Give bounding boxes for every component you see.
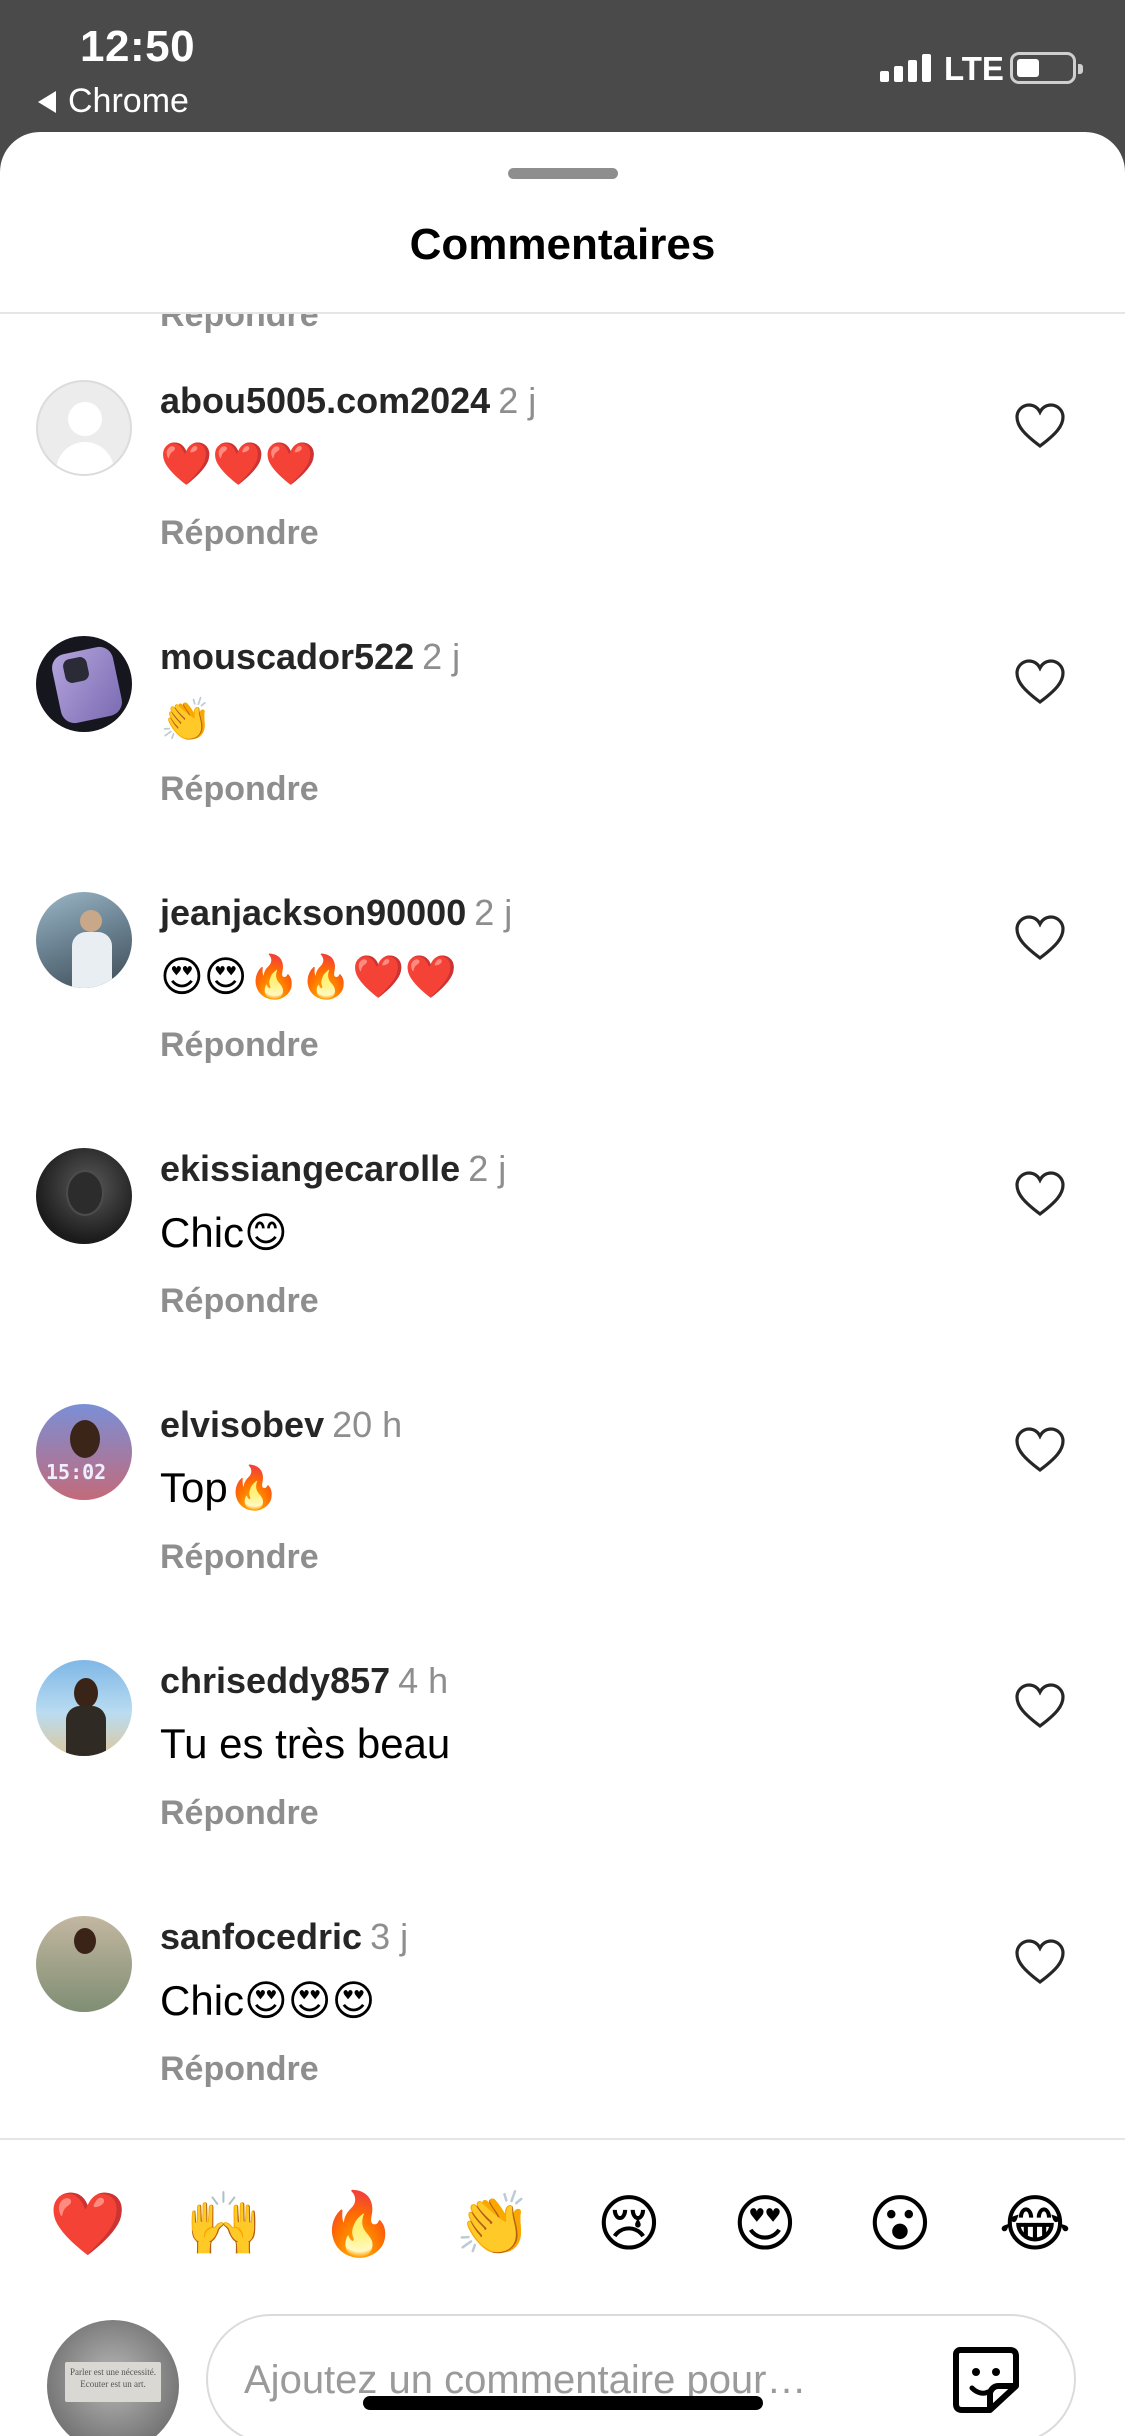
heart-outline-icon[interactable]: [1014, 1426, 1066, 1474]
partial-reply-link[interactable]: Répondre: [160, 314, 319, 335]
comment-username[interactable]: chriseddy857: [160, 1660, 390, 1701]
heart-outline-icon[interactable]: [1014, 658, 1066, 706]
comment-text: Top🔥: [160, 1464, 281, 1511]
avatar-plaque-text: Parler est une nécessité. Ecouter est un…: [65, 2362, 161, 2402]
reply-button[interactable]: Répondre: [160, 514, 319, 553]
signal-strength-icon: [880, 52, 931, 82]
comment-username[interactable]: sanfocedric: [160, 1916, 362, 1957]
comment-time: 3 j: [370, 1916, 409, 1957]
battery-icon: [1010, 52, 1083, 84]
comment-text: Chic😍😍😍: [160, 1977, 376, 2024]
bw-avatar[interactable]: [36, 1148, 132, 1244]
current-user-avatar: Parler est une nécessité. Ecouter est un…: [47, 2320, 179, 2436]
reaction-crying-emoji[interactable]: 😢: [584, 2180, 674, 2270]
comment-text: Chic😊: [160, 1209, 288, 1256]
comment-item: sanfocedric 3 j Chic😍😍😍 Répondre: [0, 1888, 1125, 2138]
quick-reactions-bar: ❤️ 🙌 🔥 👏 😢 😍 😮 😂: [0, 2180, 1125, 2270]
reaction-surprised-emoji[interactable]: 😮: [855, 2180, 945, 2270]
comment-time: 2 j: [422, 636, 461, 677]
sheet-grabber[interactable]: [508, 168, 618, 179]
reply-button[interactable]: Répondre: [160, 1282, 319, 1321]
default-avatar[interactable]: [36, 380, 132, 476]
reaction-fire-emoji[interactable]: 🔥: [314, 2180, 404, 2270]
comment-input-container[interactable]: [206, 2314, 1076, 2436]
comment-time: 4 h: [398, 1660, 449, 1701]
reply-button[interactable]: Répondre: [160, 2050, 319, 2089]
composer-area: ❤️ 🙌 🔥 👏 😢 😍 😮 😂 Parler est une nécessit…: [0, 2138, 1125, 2436]
reaction-laughing-emoji[interactable]: 😂: [990, 2180, 1080, 2270]
comment-username[interactable]: abou5005.com2024: [160, 380, 490, 421]
comment-text: Tu es très beau: [160, 1720, 451, 1767]
comment-username[interactable]: ekissiangecarolle: [160, 1148, 460, 1189]
reply-button[interactable]: Répondre: [160, 1538, 319, 1577]
back-to-app-link[interactable]: Chrome: [38, 82, 189, 121]
comment-time: 2 j: [468, 1148, 507, 1189]
comment-text: 😍😍🔥🔥❤️❤️: [160, 953, 457, 1000]
heart-outline-icon[interactable]: [1014, 1682, 1066, 1730]
phone-avatar[interactable]: [36, 636, 132, 732]
comment-text: 👏: [160, 696, 213, 743]
sheet-title: Commentaires: [409, 220, 716, 269]
street-avatar[interactable]: [36, 892, 132, 988]
comments-sheet: Commentaires Répondre abou5005.com2024 2 …: [0, 132, 1125, 2436]
reply-button[interactable]: Répondre: [160, 770, 319, 809]
comment-item: mouscador522 2 j 👏 Répondre: [0, 608, 1125, 864]
selfie-avatar[interactable]: 15:02: [36, 1404, 132, 1500]
reaction-heart-eyes-emoji[interactable]: 😍: [720, 2180, 810, 2270]
reaction-raising-hands-emoji[interactable]: 🙌: [179, 2180, 269, 2270]
heart-outline-icon[interactable]: [1014, 402, 1066, 450]
status-bar: 12:50 Chrome LTE: [0, 0, 1125, 135]
palm-avatar[interactable]: [36, 1916, 132, 2012]
comment-time: 20 h: [332, 1404, 403, 1445]
comment-username[interactable]: elvisobev: [160, 1404, 324, 1445]
reaction-heart-emoji[interactable]: ❤️: [43, 2180, 133, 2270]
comment-text: ❤️❤️❤️: [160, 440, 317, 487]
beach-avatar[interactable]: [36, 1660, 132, 1756]
comment-item: ekissiangecarolle 2 j Chic😊 Répondre: [0, 1120, 1125, 1376]
heart-outline-icon[interactable]: [1014, 914, 1066, 962]
reply-button[interactable]: Répondre: [160, 1794, 319, 1833]
comment-item: chriseddy857 4 h Tu es très beau Répondre: [0, 1632, 1125, 1888]
heart-outline-icon[interactable]: [1014, 1170, 1066, 1218]
network-type: LTE: [944, 50, 1004, 87]
comment-item: jeanjackson90000 2 j 😍😍🔥🔥❤️❤️ Répondre: [0, 864, 1125, 1120]
comment-username[interactable]: jeanjackson90000: [160, 892, 466, 933]
reaction-clap-emoji[interactable]: 👏: [449, 2180, 539, 2270]
status-time: 12:50: [80, 22, 196, 71]
comment-time: 2 j: [498, 380, 537, 421]
home-indicator[interactable]: [363, 2396, 763, 2410]
comments-list[interactable]: Répondre abou5005.com2024 2 j ❤️❤️❤️ Répo…: [0, 314, 1125, 2138]
sticker-icon[interactable]: [946, 2340, 1026, 2420]
comment-item: 15:02 elvisobev 20 h Top🔥 Répondre: [0, 1376, 1125, 1632]
comment-time: 2 j: [474, 892, 513, 933]
back-triangle-icon: [38, 90, 56, 113]
heart-outline-icon[interactable]: [1014, 1938, 1066, 1986]
back-app-label: Chrome: [68, 82, 189, 120]
reply-button[interactable]: Répondre: [160, 1026, 319, 1065]
comment-username[interactable]: mouscador522: [160, 636, 414, 677]
comment-item: abou5005.com2024 2 j ❤️❤️❤️ Répondre: [0, 352, 1125, 608]
